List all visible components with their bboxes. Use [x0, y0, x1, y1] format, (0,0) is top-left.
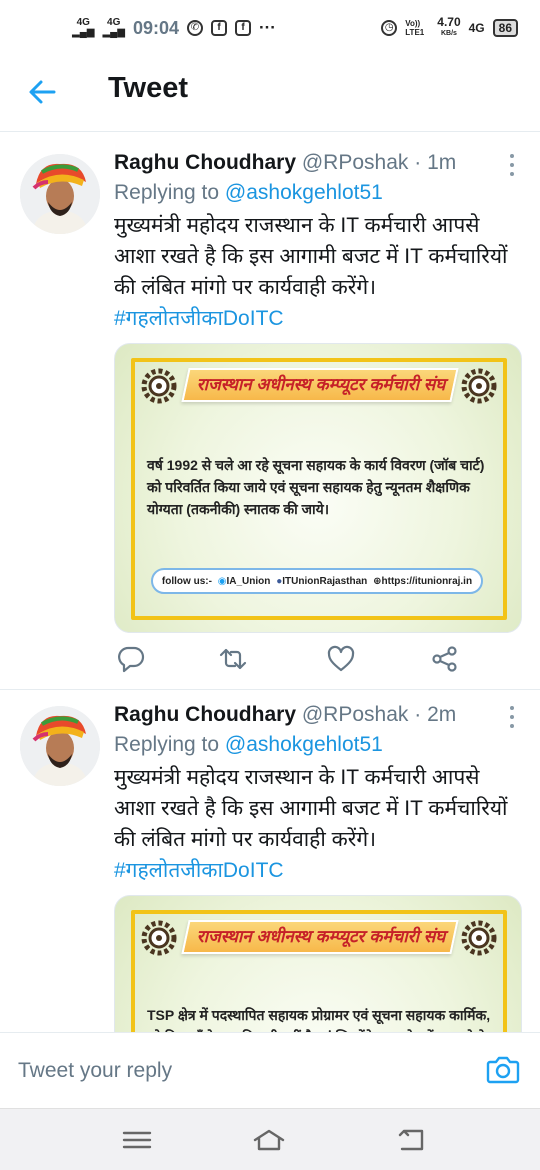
author-handle[interactable]: @RPoshak — [302, 151, 409, 174]
tweet-body: Raghu Choudhary @RPoshak · 2m Replying t… — [114, 700, 524, 1092]
gear-icon — [461, 920, 497, 956]
tweet-text: मुख्यमंत्री महोदय राजस्थान के IT कर्मचार… — [114, 766, 508, 851]
twitter-icon: ◉ — [217, 575, 227, 587]
author-name[interactable]: Raghu Choudhary — [114, 151, 296, 174]
net-speed: 4.70 KB/s — [437, 15, 461, 37]
avatar[interactable] — [20, 154, 100, 234]
reply-icon[interactable] — [116, 644, 146, 674]
replying-to: Replying to @ashokgehlot51 — [114, 181, 383, 204]
like-icon[interactable] — [326, 644, 356, 674]
more-options-icon[interactable] — [508, 706, 516, 728]
system-nav-bar — [0, 1108, 540, 1170]
status-right: ◷ Vo)) LTE1 4.70 KB/s 4G 86 — [381, 15, 518, 39]
back-arrow-icon[interactable] — [26, 76, 58, 108]
tweet-body: Raghu Choudhary @RPoshak · 1m Replying t… — [114, 148, 524, 633]
mention-link[interactable]: @ashokgehlot51 — [225, 181, 383, 204]
facebook-icon: f — [210, 20, 227, 36]
gear-icon — [141, 368, 177, 404]
tweet-header: Raghu Choudhary @RPoshak · 1m — [114, 148, 524, 178]
author-name[interactable]: Raghu Choudhary — [114, 703, 296, 726]
reply-bar — [0, 1032, 540, 1108]
separator-dot: · — [414, 703, 422, 726]
status-bar: 4G ▂▄▆ 4G ▂▄▆ 09:04 ✆ f f ··· ◷ Vo)) LTE1 … — [0, 0, 540, 56]
back-icon[interactable] — [394, 1125, 428, 1155]
tweet-header: Raghu Choudhary @RPoshak · 2m — [114, 700, 524, 730]
alarm-icon: ◷ — [381, 20, 398, 36]
follow-bar: follow us:- ◉IA_Union ●ITUnionRajasthan … — [151, 568, 483, 594]
reply-input[interactable] — [18, 1055, 458, 1087]
avatar-image — [20, 154, 100, 234]
share-icon[interactable] — [430, 644, 460, 674]
gear-icon — [461, 368, 497, 404]
tweet-text: मुख्यमंत्री महोदय राजस्थान के IT कर्मचार… — [114, 214, 508, 299]
status-time: 09:04 — [132, 17, 179, 38]
avatar-image — [20, 706, 100, 786]
header: Tweet — [0, 56, 540, 132]
avatar[interactable] — [20, 706, 100, 786]
website: ⊕https://itunionraj.in — [373, 575, 473, 587]
tweet-image[interactable]: राजस्थान अधीनस्थ कम्प्यूटर कर्मचारी संघ … — [114, 343, 522, 633]
more-notifications: ··· — [258, 18, 276, 37]
menu-icon[interactable] — [120, 1125, 154, 1155]
banner-text: राजस्थान अधीनस्थ कम्प्यूटर कर्मचारी संघ — [196, 927, 446, 946]
tweet[interactable]: Raghu Choudhary @RPoshak · 1m Replying t… — [0, 140, 540, 690]
hashtag-link[interactable]: #गहलोतजीकाDoITC — [114, 303, 524, 334]
camera-icon[interactable] — [486, 1053, 520, 1085]
mention-link[interactable]: @ashokgehlot51 — [225, 733, 383, 756]
separator-dot: · — [414, 151, 422, 174]
author-handle[interactable]: @RPoshak — [302, 703, 409, 726]
replying-to: Replying to @ashokgehlot51 — [114, 733, 383, 756]
status-left: 4G ▂▄▆ 4G ▂▄▆ 09:04 ✆ f f ··· — [72, 18, 276, 39]
signal-icon: 4G ▂▄▆ — [72, 17, 95, 38]
hashtag-link[interactable]: #गहलोतजीकाDoITC — [114, 855, 524, 886]
card-body-text: वर्ष 1992 से चले आ रहे सूचना सहायक के का… — [147, 457, 485, 517]
globe-icon: ⊕ — [373, 575, 382, 587]
page-title: Tweet — [108, 72, 189, 104]
gear-icon — [141, 920, 177, 956]
tweet-actions — [114, 644, 457, 676]
network-type: 4G — [468, 21, 485, 35]
home-icon[interactable] — [252, 1125, 286, 1155]
twitter-handle: ◉IA_Union — [217, 575, 271, 587]
whatsapp-icon: ✆ — [186, 20, 203, 36]
more-options-icon[interactable] — [508, 154, 516, 176]
facebook-icon-2: f — [234, 20, 251, 36]
tweet-time: 1m — [427, 151, 457, 174]
retweet-icon[interactable] — [218, 644, 248, 674]
volte-label: Vo)) LTE1 — [405, 19, 425, 37]
facebook-page: ●ITUnionRajasthan — [276, 575, 368, 587]
signal-icon-2: 4G ▂▄▆ — [102, 17, 125, 38]
battery-icon: 86 — [492, 19, 518, 37]
tweet-time: 2m — [427, 703, 457, 726]
banner-text: राजस्थान अधीनस्थ कम्प्यूटर कर्मचारी संघ — [196, 375, 446, 394]
